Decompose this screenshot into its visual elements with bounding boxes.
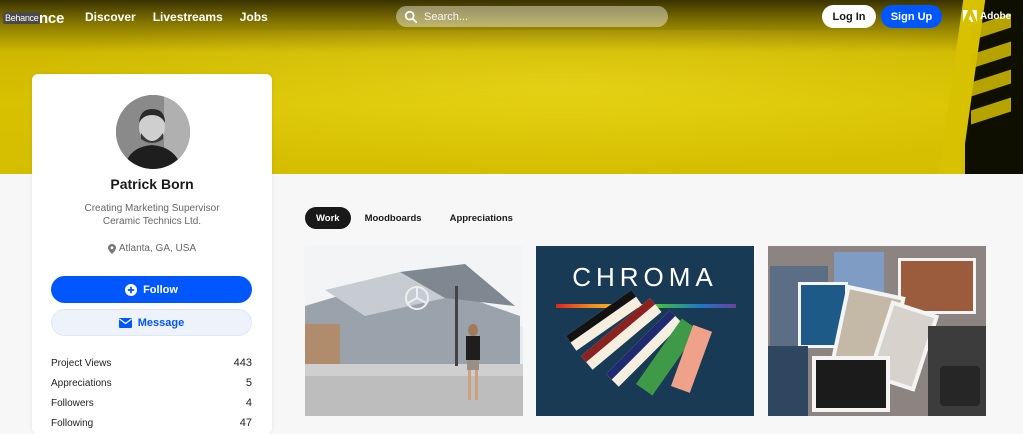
stat-label: Following (51, 417, 94, 429)
stat-value: 47 (239, 417, 252, 429)
stat-label: Project Views (51, 357, 112, 369)
adobe-label: Adobe (980, 10, 1012, 22)
logo-tooltip: Behance (3, 12, 41, 24)
stat-label: Followers (51, 397, 94, 409)
plus-circle-icon (125, 283, 138, 296)
adobe-icon (963, 10, 977, 22)
stat-row[interactable]: Followers 4 (51, 393, 252, 413)
marble-samples-image (768, 246, 986, 416)
message-button[interactable]: Message (51, 309, 252, 336)
occupation-company: Ceramic Technics Ltd. (102, 216, 202, 227)
project-thumbnail-image (305, 246, 523, 416)
stat-value: 5 (245, 377, 252, 389)
behance-logo[interactable]: Behance ance (3, 10, 64, 27)
envelope-icon (118, 317, 132, 328)
profile-tabs: Work Moodboards Appreciations (305, 207, 527, 229)
tile-samples-image (566, 290, 713, 396)
search-input[interactable] (424, 10, 654, 23)
stat-row: Project Views 443 (51, 353, 252, 373)
follow-button[interactable]: Follow (51, 276, 252, 303)
top-navigation-bar: Behance ance Discover Livestreams Jobs L… (0, 0, 1023, 34)
search-icon (404, 10, 418, 23)
tab-work[interactable]: Work (305, 207, 351, 229)
stat-row[interactable]: Following 47 (51, 413, 252, 433)
project-card-stadium[interactable] (305, 246, 523, 416)
tab-appreciations[interactable]: Appreciations (436, 207, 527, 229)
stat-label: Appreciations (51, 377, 112, 389)
project-card-marble[interactable] (768, 246, 986, 416)
profile-card: Patrick Born Creating Marketing Supervis… (32, 74, 272, 434)
adobe-link[interactable]: Adobe (963, 10, 1011, 22)
location-pin-icon (107, 243, 116, 254)
login-button[interactable]: Log In (822, 5, 876, 28)
nav-livestreams[interactable]: Livestreams (153, 10, 223, 24)
nav-jobs[interactable]: Jobs (240, 10, 268, 24)
signup-button[interactable]: Sign Up (881, 5, 942, 28)
main-nav: Discover Livestreams Jobs (85, 10, 268, 24)
stat-value: 443 (233, 357, 252, 369)
location-text: Atlanta, GA, USA (118, 243, 197, 254)
tab-moodboards[interactable]: Moodboards (351, 207, 436, 229)
stat-row[interactable]: Appreciations 5 (51, 373, 252, 393)
search-bar[interactable] (396, 6, 668, 27)
profile-stats: Project Views 443 Appreciations 5 Follow… (51, 353, 252, 433)
stat-value: 4 (245, 397, 252, 409)
follow-label: Follow (143, 283, 178, 296)
nav-discover[interactable]: Discover (85, 10, 136, 24)
avatar[interactable] (116, 95, 190, 169)
profile-name: Patrick Born (110, 176, 194, 192)
occupation-title: Creating Marketing Supervisor (84, 203, 220, 214)
project-card-chroma[interactable]: CHROMA (536, 246, 754, 416)
message-label: Message (137, 316, 185, 329)
profile-location: Atlanta, GA, USA (32, 243, 272, 254)
profile-occupation: Creating Marketing Supervisor Ceramic Te… (32, 202, 272, 228)
